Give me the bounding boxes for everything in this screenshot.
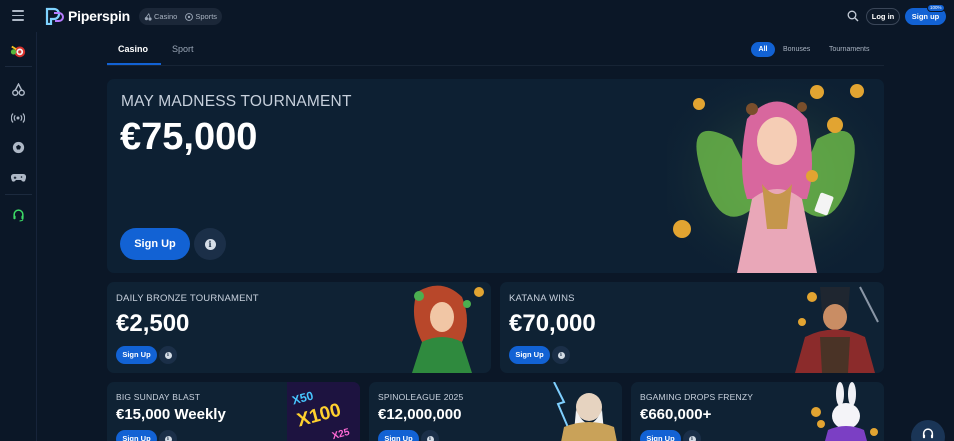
sidebar-item-live[interactable]	[10, 110, 26, 126]
hero-amount: €75,000	[120, 116, 258, 158]
multiplier-text: X25	[330, 426, 351, 441]
sidebar-item-support[interactable]	[10, 207, 26, 223]
card-amount: €70,000	[509, 310, 596, 337]
multiplier-art: X50 X100 X25	[287, 382, 360, 441]
bonus-badge: 100%	[927, 4, 945, 12]
card-title: SPINOLEAGUE 2025	[378, 392, 464, 402]
info-icon: i	[164, 435, 172, 441]
support-chat-button[interactable]	[911, 420, 945, 441]
card-info-button[interactable]: i	[159, 346, 177, 364]
soccer-ball-icon	[185, 12, 194, 21]
tournament-card-katana-wins[interactable]: KATANA WINS €70,000 Sign Up i	[500, 282, 884, 373]
zeus-illustration	[553, 382, 617, 441]
promo-icon	[10, 45, 26, 58]
search-icon[interactable]	[847, 10, 859, 22]
product-switch: Casino Sports	[139, 8, 223, 25]
gamepad-icon	[10, 173, 26, 182]
card-title: KATANA WINS	[509, 293, 575, 304]
sidebar-divider	[5, 66, 32, 67]
fairy-character-illustration	[667, 79, 884, 273]
sidebar	[0, 32, 37, 441]
logo-text: Piperspin	[68, 8, 130, 24]
sidebar-item-casino[interactable]	[10, 81, 26, 97]
card-title: BIG SUNDAY BLAST	[116, 392, 201, 402]
live-icon	[11, 113, 25, 123]
tournament-card-spinoleague[interactable]: SPINOLEAGUE 2025 €12,000,000 Sign Up i	[369, 382, 622, 441]
sidebar-divider	[5, 194, 32, 195]
hero-signup-button[interactable]: Sign Up	[120, 228, 190, 260]
card-info-button[interactable]: i	[552, 346, 570, 364]
info-icon: i	[204, 238, 216, 250]
logo-icon	[45, 7, 64, 25]
cherries-icon	[11, 82, 25, 96]
card-signup-button[interactable]: Sign Up	[116, 346, 157, 364]
card-info-button[interactable]: i	[159, 430, 177, 441]
support-agent-icon	[12, 208, 24, 221]
sidebar-item-promo[interactable]	[10, 43, 26, 59]
headset-icon	[922, 428, 934, 439]
card-signup-button[interactable]: Sign Up	[378, 430, 419, 441]
card-info-button[interactable]: i	[421, 430, 439, 441]
card-amount: €660,000+	[640, 406, 712, 423]
samurai-illustration	[795, 286, 879, 373]
card-amount: €2,500	[116, 310, 190, 337]
soccer-ball-icon	[12, 141, 24, 153]
hamburger-menu-icon[interactable]	[12, 10, 24, 21]
card-signup-button[interactable]: Sign Up	[509, 346, 550, 364]
tabs-divider	[107, 65, 884, 66]
switch-casino[interactable]: Casino	[144, 12, 177, 21]
tournament-card-big-sunday-blast[interactable]: X50 X100 X25 BIG SUNDAY BLAST €15,000 We…	[107, 382, 360, 441]
sidebar-item-sports[interactable]	[10, 139, 26, 155]
logo[interactable]: Piperspin	[45, 7, 130, 25]
tab-casino[interactable]: Casino	[118, 44, 148, 54]
card-amount: €12,000,000	[378, 406, 462, 423]
card-signup-button[interactable]: Sign Up	[116, 430, 157, 441]
hero-tournament-card[interactable]: MAY MADNESS TOURNAMENT €75,000 Sign Up i	[107, 79, 884, 273]
info-icon: i	[688, 435, 696, 441]
info-icon: i	[426, 435, 434, 441]
card-signup-button[interactable]: Sign Up	[640, 430, 681, 441]
login-button[interactable]: Log in	[866, 8, 900, 25]
info-icon: i	[164, 351, 172, 359]
switch-sports[interactable]: Sports	[185, 12, 217, 21]
card-amount: €15,000 Weekly	[116, 406, 226, 423]
card-title: BGAMING DROPS FRENZY	[640, 392, 754, 402]
hero-title: MAY MADNESS TOURNAMENT	[121, 93, 352, 110]
hero-info-button[interactable]: i	[194, 228, 226, 260]
rabbit-illustration	[811, 382, 878, 441]
top-bar: Piperspin Casino Sports Log in Sign up 1…	[0, 0, 954, 32]
filter-bonuses[interactable]: Bonuses	[783, 46, 810, 53]
card-title: DAILY BRONZE TOURNAMENT	[116, 293, 259, 304]
filter-tournaments[interactable]: Tournaments	[829, 46, 869, 53]
sidebar-item-esports[interactable]	[10, 169, 26, 185]
tournament-card-bgaming-drops[interactable]: BGAMING DROPS FRENZY €660,000+ Sign Up i	[631, 382, 884, 441]
forest-girl-illustration	[412, 285, 484, 373]
cherries-icon	[144, 12, 152, 21]
tab-sport[interactable]: Sport	[172, 44, 194, 54]
tournament-card-daily-bronze[interactable]: DAILY BRONZE TOURNAMENT €2,500 Sign Up i	[107, 282, 491, 373]
filter-all[interactable]: All	[751, 42, 775, 57]
info-icon: i	[557, 351, 565, 359]
multiplier-text: X50	[290, 388, 315, 408]
card-info-button[interactable]: i	[683, 430, 701, 441]
